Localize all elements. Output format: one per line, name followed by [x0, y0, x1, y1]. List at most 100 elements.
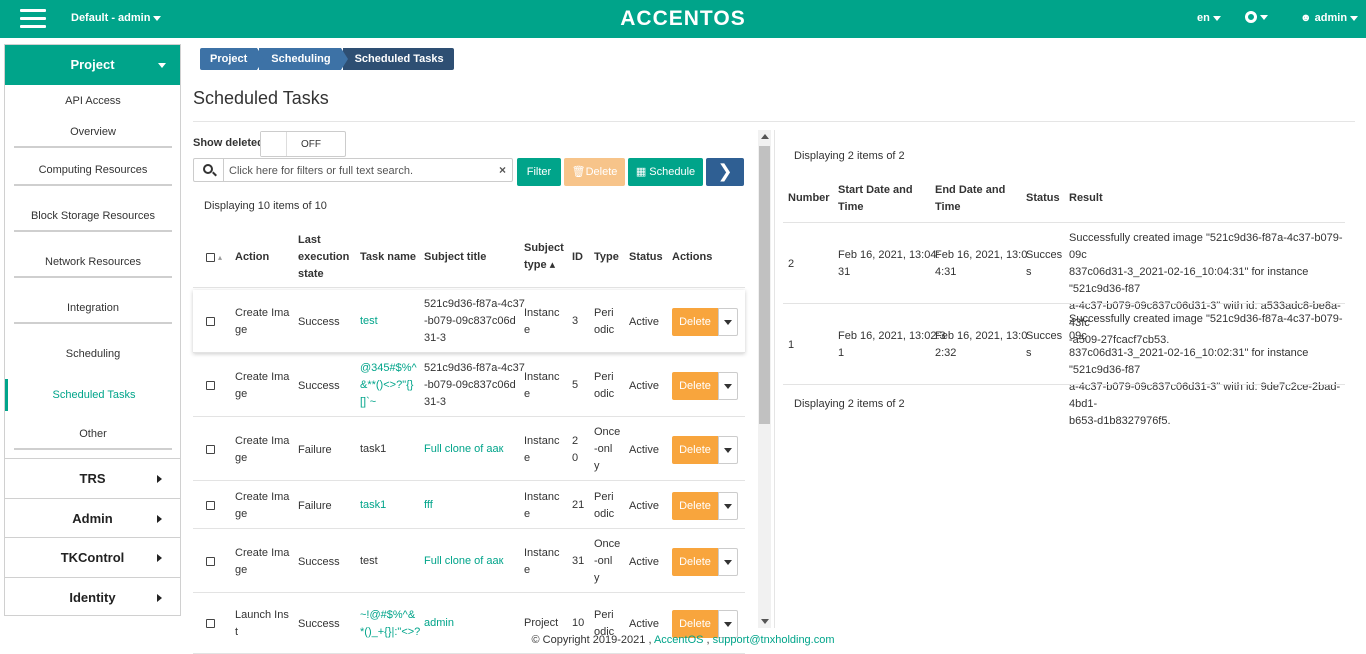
row-actions-dropdown[interactable]	[718, 492, 738, 520]
sidebar-item-scheduling[interactable]: Scheduling	[14, 348, 172, 360]
cell-type: Peri odic	[594, 369, 614, 403]
cell-line[interactable]: []`~	[360, 396, 376, 408]
sidebar-item-scheduled-tasks[interactable]: Scheduled Tasks	[5, 379, 180, 411]
top-bar: Default - admin ACCENTOS en ☻ admin	[0, 0, 1366, 38]
col-id[interactable]: ID	[572, 249, 583, 266]
col-last-state[interactable]: Last execution state	[298, 232, 349, 283]
sidebar-group-tkcontrol[interactable]: TKControl	[5, 537, 180, 577]
scroll-down-icon[interactable]	[761, 619, 769, 624]
breadcrumb-separator	[257, 48, 265, 70]
row-checkbox[interactable]	[206, 501, 215, 510]
vertical-scrollbar[interactable]	[758, 130, 771, 628]
col-status[interactable]: Status	[629, 249, 663, 266]
breadcrumb-project[interactable]: Project	[200, 48, 265, 70]
row-checkbox[interactable]	[206, 445, 215, 454]
cell-type: Once -onl y	[594, 424, 620, 475]
brand-link[interactable]: AccentOS	[654, 634, 704, 646]
clear-search-icon[interactable]: ×	[499, 163, 506, 177]
table-row[interactable]: Create Ima ge Failure task1 fff Instanc e 21 Per…	[193, 482, 745, 529]
support-email-link[interactable]: support@tnxholding.com	[713, 634, 835, 646]
col-result-status: Status	[1026, 192, 1060, 204]
sidebar-item-integration[interactable]: Integration	[14, 302, 172, 324]
cell-state: Failure	[298, 444, 332, 456]
col-subject-type[interactable]: Subject type ▴	[524, 240, 564, 274]
sidebar-group-identity[interactable]: Identity	[5, 577, 180, 617]
cell-line[interactable]: Full clone of aaк	[424, 443, 503, 455]
schedule-button-label: Schedule	[649, 166, 696, 178]
row-checkbox[interactable]	[206, 557, 215, 566]
row-delete-button[interactable]: Delete	[672, 372, 718, 400]
cell-subject-type: Instanc e	[524, 433, 559, 467]
row-checkbox[interactable]	[206, 619, 215, 628]
row-delete-button[interactable]: Delete	[672, 308, 718, 336]
cell-line: Peri	[594, 609, 614, 621]
col-task-name[interactable]: Task name	[360, 249, 416, 266]
row-delete-button[interactable]: Delete	[672, 492, 718, 520]
scrollbar-thumb[interactable]	[759, 146, 770, 424]
cell-line: 2:32	[935, 347, 957, 359]
sidebar-item-network-resources[interactable]: Network Resources	[14, 256, 172, 278]
sidebar-group-admin[interactable]: Admin	[5, 498, 180, 538]
sidebar-item-other[interactable]: Other	[14, 428, 172, 450]
cell-line: s	[1026, 266, 1032, 278]
col-type[interactable]: Type	[594, 249, 619, 266]
row-delete-button[interactable]: Delete	[672, 436, 718, 464]
col-subject-title[interactable]: Subject title	[424, 249, 486, 266]
col-action[interactable]: Action	[235, 249, 269, 266]
sidebar-item-block-storage[interactable]: Block Storage Resources	[14, 210, 172, 232]
language-selector[interactable]: en	[1197, 12, 1221, 24]
cell-action: Create Ima ge	[235, 433, 289, 467]
cell-line[interactable]: &**()<>?"{}	[360, 379, 413, 391]
cell-line: Create Ima	[235, 371, 290, 383]
items-count: Displaying 10 items of 10	[204, 200, 327, 212]
cell-line[interactable]: fff	[424, 499, 433, 511]
filter-button[interactable]: Filter	[517, 158, 561, 186]
sidebar-item-computing-resources[interactable]: Computing Resources	[14, 164, 172, 186]
show-deleted-toggle[interactable]: OFF	[260, 131, 346, 157]
sidebar-item-overview[interactable]: Overview	[14, 126, 172, 148]
schedule-button[interactable]: ▦ Schedule	[628, 158, 703, 186]
cell-line: 0	[572, 452, 579, 464]
sidebar-project-header[interactable]: Project	[5, 45, 180, 85]
col-last-state-line: state	[298, 268, 324, 280]
sidebar-item-api-access[interactable]: API Access	[14, 95, 172, 107]
table-row[interactable]: Create Ima ge Success @345#$%^ &**()<>?"{} []…	[193, 354, 745, 417]
search-input[interactable]: Click here for filters or full text sear…	[193, 158, 513, 182]
cell-id: 5	[572, 377, 578, 394]
cell-end-date: Feb 16, 2021, 13:0 2:32	[935, 328, 1027, 362]
table-row[interactable]: Create Ima ge Failure task1 Full clone of aa…	[193, 418, 745, 481]
col-last-state-line: execution	[298, 251, 350, 263]
row-delete-button[interactable]: Delete	[672, 548, 718, 576]
select-all-checkbox[interactable]	[206, 253, 215, 262]
scroll-up-icon[interactable]	[761, 134, 769, 139]
search-icon	[194, 159, 224, 181]
cell-line: Project	[524, 617, 559, 629]
delete-button[interactable]: 🗑Delete	[564, 158, 625, 186]
row-actions-dropdown[interactable]	[718, 436, 738, 464]
table-row[interactable]: Create Ima ge Success test Full clone of aaк…	[193, 530, 745, 593]
cell-line[interactable]: @345#$%^	[360, 362, 417, 374]
results-count-bottom: Displaying 2 items of 2	[794, 398, 905, 410]
next-panel-button[interactable]: ❯	[706, 158, 744, 186]
cell-line[interactable]: admin	[424, 617, 454, 629]
user-menu[interactable]: ☻ admin	[1300, 12, 1359, 24]
cell-line[interactable]: test	[360, 315, 378, 327]
cell-end-date: Feb 16, 2021, 13:0 4:31	[935, 247, 1027, 281]
row-actions-dropdown[interactable]	[718, 372, 738, 400]
sidebar-group-trs[interactable]: TRS	[5, 458, 180, 498]
settings-menu[interactable]	[1245, 11, 1268, 24]
result-row: 1 Feb 16, 2021, 13:02:3 1 Feb 16, 2021, 13:…	[783, 303, 1345, 427]
sidebar-group-label: Admin	[72, 511, 113, 526]
cell-line[interactable]: Full clone of aaк	[424, 555, 503, 567]
table-row[interactable]: Create Ima ge Success test 521c9d36-f87a-4c3…	[193, 290, 745, 353]
cell-line[interactable]: ~!@#$%^&	[360, 609, 415, 621]
row-checkbox[interactable]	[206, 381, 215, 390]
row-actions-dropdown[interactable]	[718, 308, 738, 336]
row-checkbox[interactable]	[206, 317, 215, 326]
trash-icon: 🗑	[571, 166, 586, 178]
cell-line[interactable]: task1	[360, 499, 386, 511]
breadcrumb-scheduling[interactable]: Scheduling	[259, 48, 348, 70]
cell-line: e	[524, 452, 531, 464]
cell-line: ge	[235, 508, 248, 520]
row-actions-dropdown[interactable]	[718, 548, 738, 576]
